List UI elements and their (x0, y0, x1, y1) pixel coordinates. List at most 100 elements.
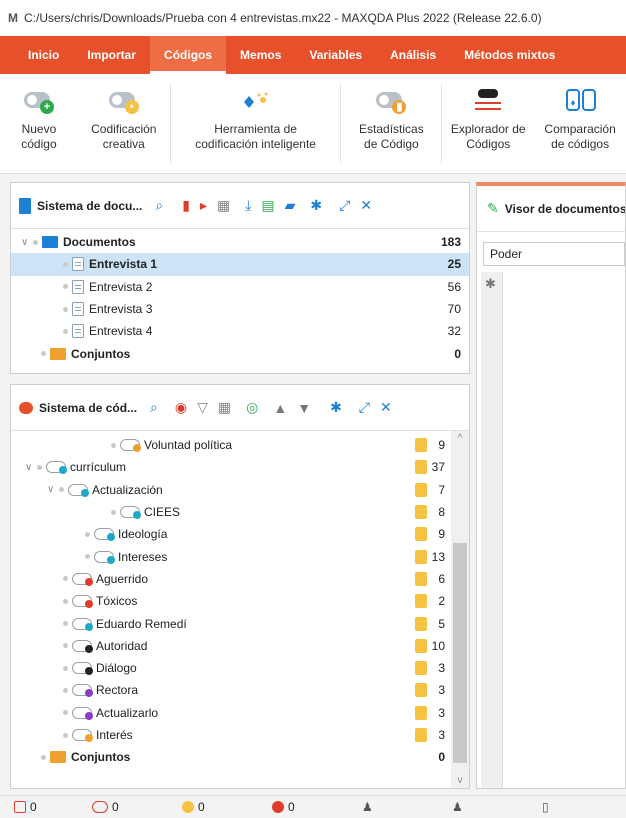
tree-row-entrevista-3[interactable]: Entrevista 3 70 (11, 298, 469, 320)
activate-document-icon[interactable]: ▸ (200, 197, 207, 214)
code-tree-row[interactable]: Actualizarlo 3 (11, 702, 469, 724)
code-color-dot (107, 555, 115, 564)
status-user-1[interactable]: ♟ (348, 800, 438, 814)
tab-inicio[interactable]: Inicio (0, 36, 73, 74)
tree-row-entrevista-4[interactable]: Entrevista 4 32 (11, 320, 469, 342)
memo-icon[interactable] (415, 482, 427, 497)
memo-icon[interactable] (415, 527, 427, 542)
memo-icon[interactable] (415, 549, 427, 564)
code-comparison-button[interactable]: Comparación de códigos (534, 74, 626, 173)
code-tree-row[interactable]: Voluntad política 9 (11, 434, 469, 456)
gear-icon[interactable]: ✱ (485, 276, 496, 292)
tab-variables[interactable]: Variables (295, 36, 376, 74)
status-documents[interactable]: 0 (0, 800, 78, 814)
tab-importar[interactable]: Importar (73, 36, 150, 74)
code-tree-row[interactable]: Autoridad 10 (11, 635, 469, 657)
new-code-icon[interactable]: ◎ (246, 399, 258, 416)
move-up-icon[interactable]: ▲ (273, 400, 287, 416)
code-tree-row[interactable]: ∨ currículum 37 (11, 456, 469, 478)
tab-memos[interactable]: Memos (226, 36, 295, 74)
status-page[interactable]: ▯ (528, 800, 558, 814)
code-tree-row[interactable]: Tóxicos 2 (11, 590, 469, 612)
code-color-dot (85, 577, 93, 586)
code-statistics-button[interactable]: ▮ Estadísticas de Código (341, 74, 441, 173)
gear-icon[interactable]: ✱ (310, 197, 322, 214)
bullet-icon (63, 710, 68, 716)
memo-icon[interactable] (415, 571, 427, 586)
status-smart[interactable]: 0 (168, 800, 258, 814)
memo-icon[interactable] (415, 460, 427, 475)
status-codes[interactable]: 0 (78, 800, 168, 814)
chevron-down-icon[interactable]: ∨ (25, 462, 37, 473)
filter-document-icon[interactable]: ▦ (217, 197, 230, 214)
status-user-2[interactable]: ♟ (438, 800, 528, 814)
memo-icon[interactable] (415, 661, 427, 676)
memo-icon[interactable] (415, 616, 427, 631)
add-document-icon[interactable]: ▤ (261, 197, 274, 214)
code-color-dot (85, 689, 93, 698)
memo-icon[interactable] (415, 505, 427, 520)
code-tree-row[interactable]: Interés 3 (11, 724, 469, 746)
code-tree-row[interactable]: Rectora 3 (11, 679, 469, 701)
tree-row-entrevista-1[interactable]: Entrevista 1 25 (11, 253, 469, 276)
tree-row-conjuntos[interactable]: Conjuntos 0 (11, 342, 469, 364)
code-explorer-label: Explorador de Códigos (450, 122, 526, 151)
funnel-icon[interactable]: ▽ (197, 399, 208, 416)
gear-icon[interactable]: ✱ (330, 399, 342, 416)
code-color-dot (107, 533, 115, 542)
status-segments[interactable]: 0 (258, 800, 348, 814)
code-tree-row[interactable]: ∨ Actualización 7 (11, 479, 469, 501)
code-selector-dropdown[interactable]: Poder (483, 242, 625, 266)
maximize-icon[interactable]: ⤢ (339, 197, 350, 214)
filter-code-icon[interactable]: ▦ (218, 399, 231, 416)
scrollbar-thumb[interactable] (453, 543, 467, 763)
tree-label: Documentos (63, 235, 136, 250)
code-tree-row[interactable]: Ideología 9 (11, 523, 469, 545)
smart-coding-tool-button[interactable]: Herramienta de codificación inteligente (171, 74, 341, 173)
memo-icon[interactable] (415, 638, 427, 653)
code-label: Aguerrido (96, 571, 149, 586)
code-icon (72, 662, 93, 676)
move-down-icon[interactable]: ▼ (297, 400, 311, 416)
tab-codigos[interactable]: Códigos (150, 36, 227, 74)
tree-row-entrevista-2[interactable]: Entrevista 2 56 (11, 276, 469, 298)
scroll-down-icon[interactable]: v (451, 775, 469, 786)
scroll-up-icon[interactable]: ^ (451, 433, 469, 444)
code-count: 9 (438, 438, 445, 453)
import-icon[interactable]: ⤓ (245, 197, 251, 214)
code-tree-row[interactable]: Eduardo Remedí 5 (11, 612, 469, 634)
memo-icon[interactable] (415, 728, 427, 742)
close-icon[interactable]: ✕ (380, 399, 392, 416)
memo-icon[interactable] (415, 438, 427, 453)
new-code-button[interactable]: + Nuevo código (0, 74, 78, 173)
close-icon[interactable]: ✕ (360, 197, 372, 214)
creative-coding-button[interactable]: • Codificación creativa (78, 74, 170, 173)
chevron-down-icon[interactable]: ∨ (47, 484, 59, 495)
code-tree-row[interactable]: Intereses 13 (11, 545, 469, 567)
memo-icon[interactable] (415, 683, 427, 698)
code-icon (120, 506, 141, 520)
search-icon[interactable]: ⌕ (150, 399, 158, 416)
bullet-icon (63, 732, 68, 738)
code-explorer-button[interactable]: Explorador de Códigos (442, 74, 534, 173)
code-activate-icon[interactable]: ◉ (175, 399, 187, 416)
code-sets-icon (50, 751, 66, 764)
search-icon[interactable]: ⌕ (155, 197, 163, 214)
memo-icon[interactable] (415, 594, 427, 609)
chevron-down-icon[interactable]: ∨ (21, 237, 33, 248)
window-title: C:/Users/chris/Downloads/Prueba con 4 en… (24, 11, 542, 25)
code-tree-row[interactable]: CIEES 8 (11, 501, 469, 523)
code-explorer-icon (471, 86, 505, 116)
code-tree-row[interactable]: Diálogo 3 (11, 657, 469, 679)
tab-analisis[interactable]: Análisis (376, 36, 450, 74)
tree-row-documentos[interactable]: ∨ Documentos 183 (11, 231, 469, 253)
code-system-scrollbar[interactable]: ^ v (451, 431, 469, 788)
code-tree-row[interactable]: Conjuntos 0 (11, 746, 469, 768)
tab-metodos-mixtos[interactable]: Métodos mixtos (450, 36, 569, 74)
edit-icon: ✎ (487, 200, 499, 216)
new-document-icon[interactable]: ▮ (182, 197, 190, 214)
memo-icon[interactable] (415, 705, 427, 720)
maximize-icon[interactable]: ⤢ (359, 399, 370, 416)
new-folder-icon[interactable]: ▰ (285, 197, 296, 214)
code-tree-row[interactable]: Aguerrido 6 (11, 568, 469, 590)
